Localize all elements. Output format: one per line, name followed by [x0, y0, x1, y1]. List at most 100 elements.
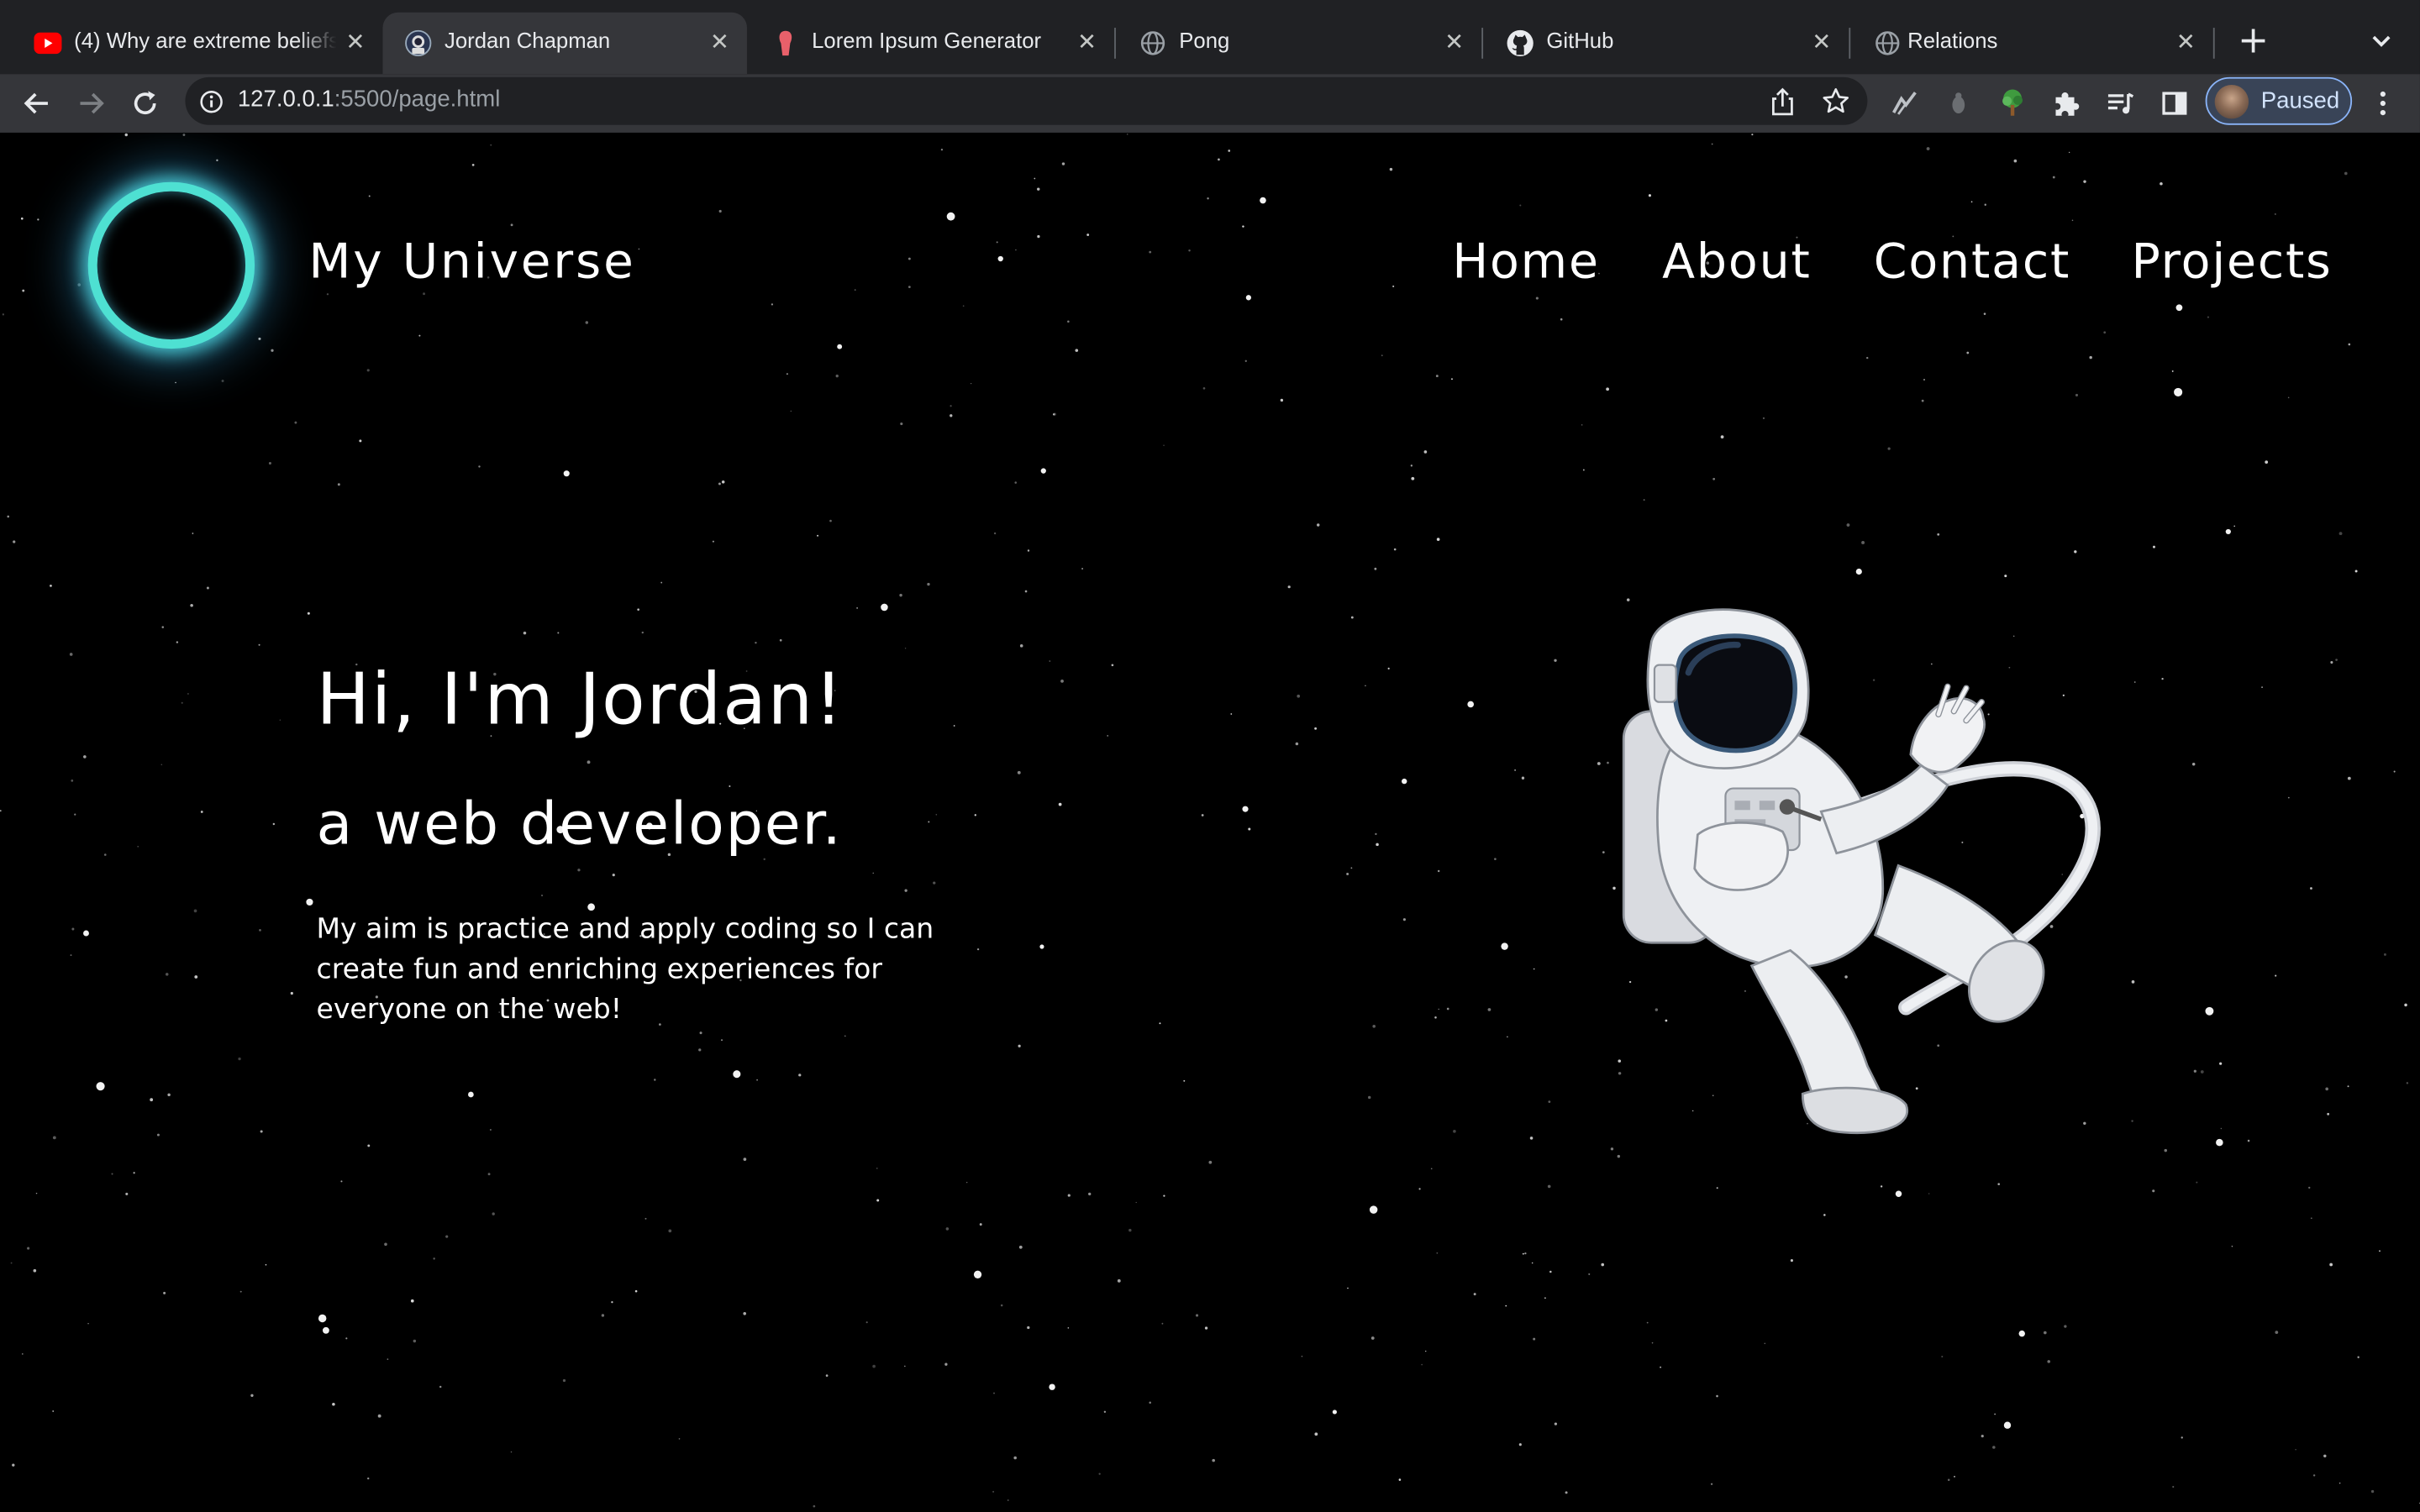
- star: [271, 349, 274, 352]
- star: [654, 1079, 656, 1081]
- star: [2013, 159, 2018, 163]
- extension-lightning-button[interactable]: [1886, 85, 1923, 122]
- share-icon[interactable]: [1769, 87, 1797, 123]
- star: [2064, 1325, 2067, 1328]
- star: [1316, 523, 1320, 527]
- nav-about[interactable]: About: [1662, 234, 1812, 290]
- star: [1015, 249, 1017, 251]
- star: [1314, 727, 1318, 730]
- star: [1332, 1410, 1337, 1415]
- tab-close-button[interactable]: ✕: [710, 28, 729, 55]
- extensions-button[interactable]: [2048, 85, 2085, 122]
- star: [1524, 1252, 1527, 1255]
- star: [2043, 1331, 2047, 1335]
- star: [490, 144, 492, 146]
- star: [900, 422, 903, 426]
- tab-youtube[interactable]: (4) Why are extreme beliefs ✕: [13, 13, 380, 74]
- star: [2310, 1217, 2312, 1220]
- star: [733, 1070, 741, 1079]
- star: [2323, 1454, 2327, 1458]
- extension-tree-button[interactable]: [1994, 85, 2031, 122]
- star: [1994, 1413, 1996, 1415]
- tab-relations[interactable]: Relations ✕: [1852, 13, 2213, 74]
- star: [52, 1410, 55, 1412]
- tab-jordan-chapman[interactable]: Jordan Chapman ✕: [382, 12, 747, 75]
- star: [1111, 664, 1114, 667]
- star: [1895, 1190, 1902, 1197]
- bookmark-star-icon[interactable]: [1821, 87, 1850, 122]
- media-controls-button[interactable]: [2102, 85, 2139, 122]
- star: [813, 1504, 816, 1508]
- star: [1762, 417, 1765, 420]
- star: [2089, 355, 2092, 360]
- forward-button[interactable]: [72, 85, 109, 122]
- star: [326, 293, 329, 296]
- star: [678, 1438, 681, 1440]
- reload-button[interactable]: [127, 85, 164, 122]
- nav-projects[interactable]: Projects: [2131, 234, 2332, 290]
- browser-menu-button[interactable]: [2365, 85, 2402, 122]
- tab-close-button[interactable]: ✕: [345, 28, 365, 55]
- star: [904, 889, 908, 892]
- address-bar[interactable]: 127.0.0.1:5500/page.html: [185, 76, 1868, 125]
- star: [2295, 1449, 2296, 1451]
- star: [33, 1268, 37, 1273]
- star: [798, 1074, 802, 1077]
- new-tab-button[interactable]: +: [2232, 18, 2275, 61]
- site-title[interactable]: My Universe: [308, 234, 635, 290]
- star: [468, 1091, 474, 1098]
- star: [1135, 1201, 1137, 1204]
- star: [2354, 570, 2358, 573]
- side-panel-button[interactable]: [2156, 85, 2193, 122]
- star: [368, 195, 371, 197]
- star: [478, 465, 481, 468]
- tab-close-button[interactable]: ✕: [2176, 28, 2196, 55]
- glowing-ring-logo[interactable]: [87, 181, 255, 349]
- star: [829, 519, 832, 522]
- tab-close-button[interactable]: ✕: [1812, 28, 1831, 55]
- star: [1067, 320, 1070, 323]
- star: [2404, 1003, 2407, 1007]
- star: [2406, 1082, 2409, 1084]
- hero-description: My aim is practice and apply coding so I…: [317, 911, 996, 1031]
- arrow-right-icon: [80, 92, 104, 114]
- star: [2200, 1070, 2204, 1074]
- star: [1923, 378, 1926, 381]
- tab-close-button[interactable]: ✕: [1444, 28, 1464, 55]
- star: [712, 540, 715, 543]
- star: [418, 334, 421, 337]
- extension-icon: [1952, 92, 1965, 113]
- star: [881, 603, 888, 612]
- star: [577, 869, 581, 872]
- star: [2347, 1085, 2349, 1088]
- tab-github[interactable]: GitHub ✕: [1485, 13, 1849, 74]
- youtube-icon: [34, 29, 62, 57]
- tab-search-button[interactable]: [2365, 24, 2398, 58]
- star: [410, 1299, 414, 1303]
- back-button[interactable]: [18, 85, 55, 122]
- star: [837, 344, 843, 349]
- tab-close-button[interactable]: ✕: [1077, 28, 1097, 55]
- tab-lorem-ipsum[interactable]: Lorem Ipsum Generator ✕: [750, 13, 1114, 74]
- star: [2335, 659, 2338, 661]
- star: [1450, 378, 1453, 381]
- site-info-icon[interactable]: [199, 90, 224, 121]
- star: [756, 1079, 758, 1081]
- star: [37, 218, 39, 221]
- star: [2133, 681, 2136, 683]
- star: [367, 1144, 371, 1147]
- profile-button[interactable]: Paused: [2205, 76, 2353, 125]
- star: [1720, 435, 1724, 439]
- star: [1954, 1476, 1955, 1478]
- star: [1398, 1478, 1402, 1481]
- star: [1374, 567, 1377, 570]
- nav-home[interactable]: Home: [1452, 234, 1599, 290]
- star: [1037, 234, 1040, 239]
- star: [1411, 476, 1415, 480]
- extension-dim-button[interactable]: [1940, 85, 1977, 122]
- tab-pong[interactable]: Pong ✕: [1118, 13, 1481, 74]
- nav-contact[interactable]: Contact: [1874, 234, 2070, 290]
- star: [258, 337, 261, 340]
- star: [1941, 1356, 1944, 1358]
- star: [359, 439, 362, 443]
